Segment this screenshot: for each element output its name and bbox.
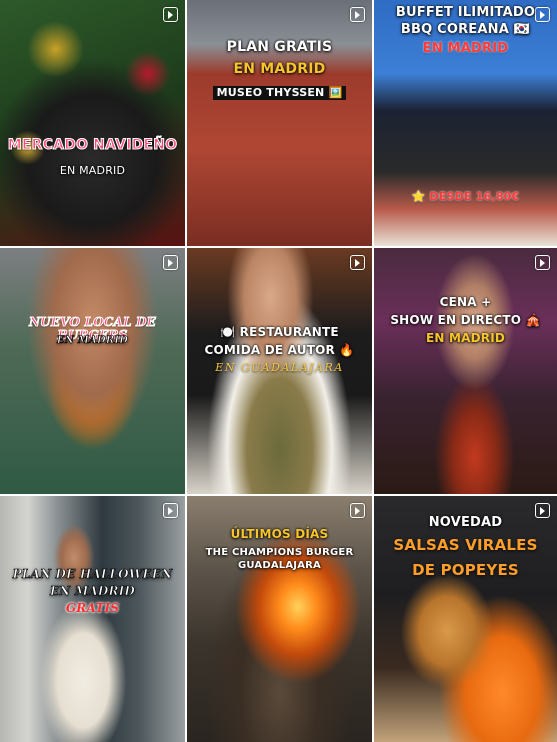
caption-line-2: SALSAS VIRALES [393, 536, 538, 554]
reel-thumbnail [0, 0, 185, 246]
caption-line-2: COMIDA DE AUTOR 🔥 [204, 343, 355, 357]
reel-icon [350, 255, 365, 270]
caption-line-2: THE CHAMPIONS BURGER [205, 547, 354, 558]
reels-grid: MERCADO NAVIDEÑO EN MADRID PLAN GRATIS E… [0, 0, 557, 742]
caption-line-1: PLAN DE HALLOWEEN [12, 567, 173, 581]
reel-tile-2[interactable]: PLAN GRATIS EN MADRID MUSEO THYSSEN 🖼️ [187, 0, 372, 246]
reel-thumbnail [0, 248, 185, 494]
caption-line-3: EN GUADALAJARA [215, 361, 344, 374]
reel-tile-5[interactable]: 🍽️ RESTAURANTE COMIDA DE AUTOR 🔥 EN GUAD… [187, 248, 372, 494]
caption-line-1: CENA + [439, 295, 492, 309]
caption-line-1: MERCADO NAVIDEÑO [7, 137, 178, 153]
reel-tile-7[interactable]: PLAN DE HALLOWEEN EN MADRID GRATIS [0, 496, 185, 742]
reel-icon [163, 503, 178, 518]
reel-thumbnail [374, 248, 557, 494]
caption-line-1: PLAN GRATIS [226, 39, 333, 55]
reel-icon [163, 255, 178, 270]
caption-line-3: EN MADRID [425, 331, 506, 345]
caption-line-3: EN MADRID [422, 41, 509, 56]
caption-line-3: MUSEO THYSSEN 🖼️ [187, 86, 372, 101]
caption-line-3: GUADALAJARA [237, 560, 321, 571]
caption-line-2: BBQ COREANA 🇰🇷 [400, 22, 531, 37]
caption-line-2: EN MADRID [233, 61, 326, 77]
caption-line-1: ÚLTIMOS DÍAS [230, 527, 329, 541]
reel-icon [163, 7, 178, 22]
caption-line-1: NOVEDAD [428, 515, 503, 530]
reel-tile-8[interactable]: ÚLTIMOS DÍAS THE CHAMPIONS BURGER GUADAL… [187, 496, 372, 742]
reel-icon [535, 255, 550, 270]
reel-tile-1[interactable]: MERCADO NAVIDEÑO EN MADRID [0, 0, 185, 246]
caption-line-2: EN MADRID [59, 164, 126, 177]
caption-line-1: BUFFET ILIMITADO [395, 5, 536, 20]
reel-tile-3[interactable]: BUFFET ILIMITADO BBQ COREANA 🇰🇷 EN MADRI… [374, 0, 557, 246]
caption-line-2: EN MADRID [56, 335, 129, 347]
reel-icon [350, 7, 365, 22]
caption-line-3: DE POPEYES [412, 561, 519, 579]
caption-line-3: GRATIS [65, 601, 120, 615]
reel-tile-6[interactable]: CENA + SHOW EN DIRECTO 🎪 EN MADRID [374, 248, 557, 494]
reel-thumbnail [187, 0, 372, 246]
caption-line-1: 🍽️ RESTAURANTE [220, 325, 339, 339]
reel-icon [350, 503, 365, 518]
caption-line-2: SHOW EN DIRECTO 🎪 [390, 313, 541, 327]
caption-line-2: EN MADRID [49, 584, 136, 598]
reel-thumbnail [374, 496, 557, 742]
reel-tile-4[interactable]: NUEVO LOCAL DE BURGERS EN MADRID [0, 248, 185, 494]
reel-thumbnail [0, 496, 185, 742]
caption-line-4: ⭐ DESDE 16,80€ [411, 190, 520, 203]
reel-tile-9[interactable]: NOVEDAD SALSAS VIRALES DE POPEYES [374, 496, 557, 742]
